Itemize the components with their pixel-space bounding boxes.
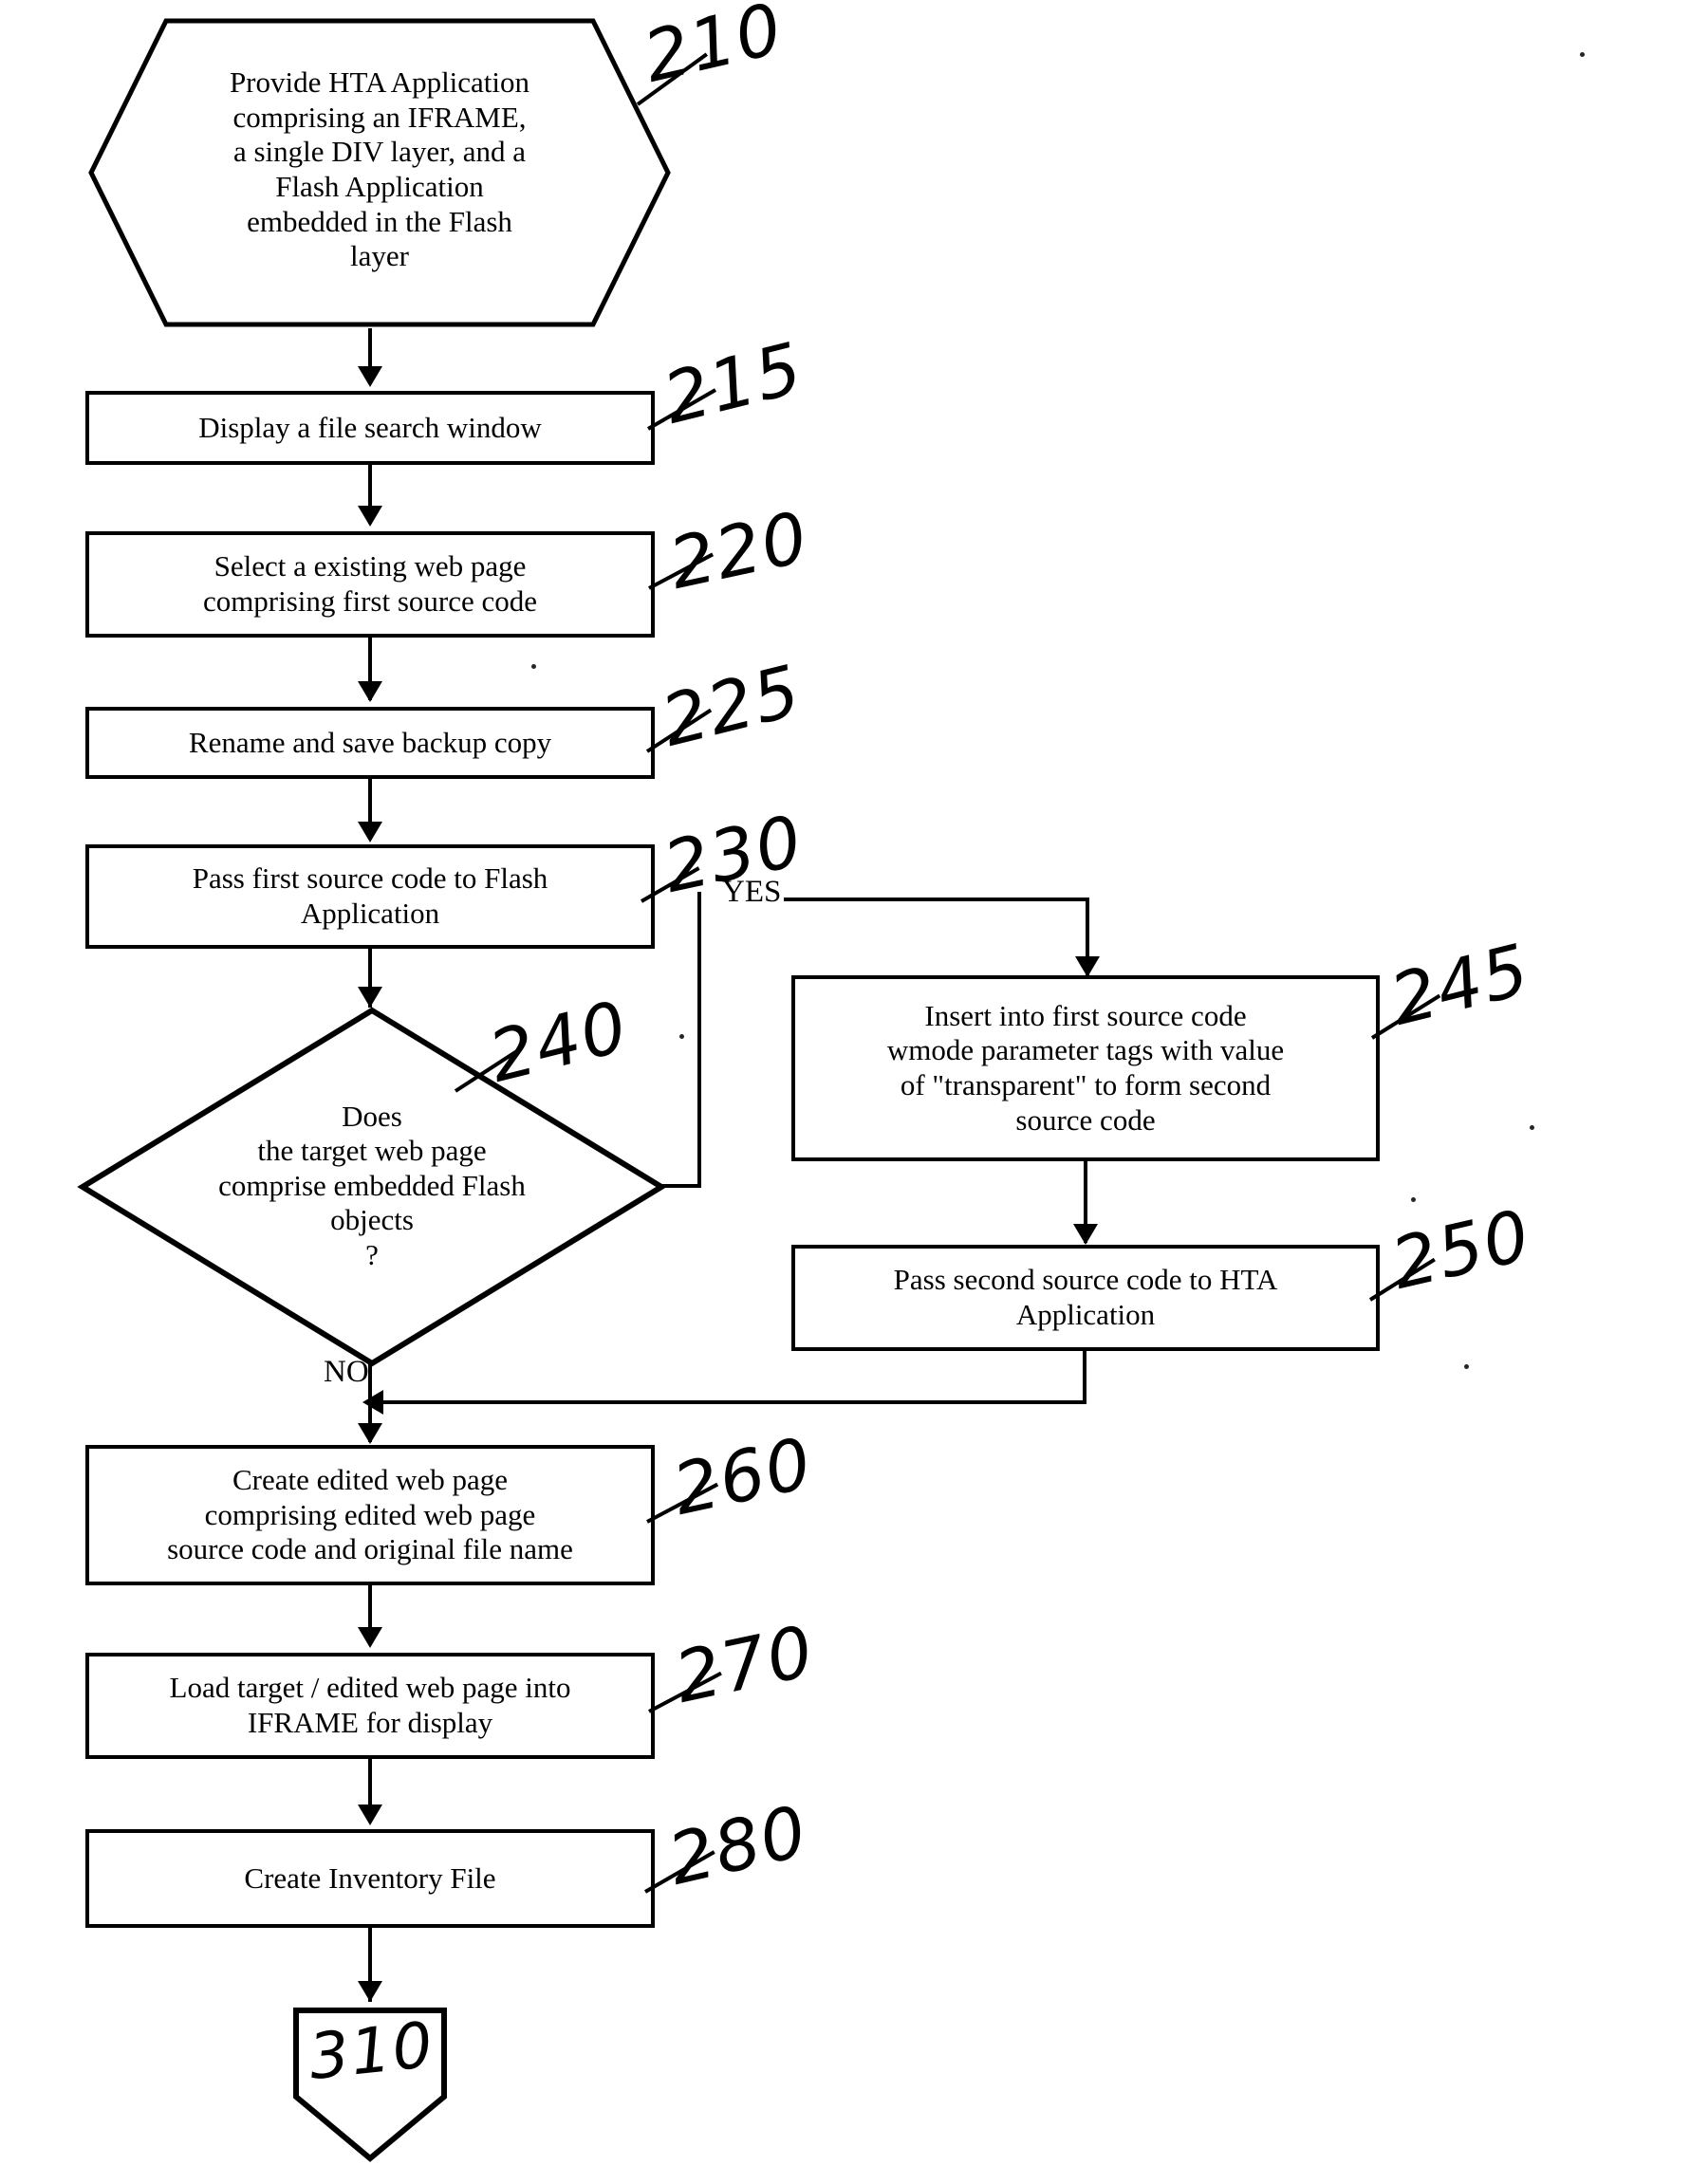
node-230-line-2: Application xyxy=(300,897,440,930)
flowchart-page: Provide HTA Application comprising an IF… xyxy=(0,0,1690,2184)
node-245-box: Insert into first source code wmode para… xyxy=(791,975,1380,1161)
arrowhead-yes-to-245 xyxy=(1075,956,1100,977)
node-260-line-2: comprising edited web page xyxy=(204,1497,536,1531)
node-280-box: Create Inventory File xyxy=(85,1829,655,1928)
scan-artifact xyxy=(531,664,536,669)
scan-artifact xyxy=(1411,1197,1416,1202)
node-245-line-1: Insert into first source code xyxy=(924,998,1247,1032)
ref-numeral-310: 310 xyxy=(305,2008,438,2094)
node-270-line-2: IFRAME for display xyxy=(247,1706,493,1739)
node-220-line-1: Select a existing web page xyxy=(214,549,527,583)
node-270-line-1: Load target / edited web page into xyxy=(169,1671,571,1705)
node-250-box: Pass second source code to HTA Applicati… xyxy=(791,1245,1380,1351)
node-230-box: Pass first source code to Flash Applicat… xyxy=(85,844,655,949)
scan-artifact xyxy=(1464,1364,1469,1369)
node-215-line-1: Display a file search window xyxy=(198,410,542,444)
arrowhead-merge-to-no xyxy=(362,1390,383,1415)
node-260-line-1: Create edited web page xyxy=(232,1463,509,1497)
ref-numeral-215: 215 xyxy=(656,326,811,440)
ref-numeral-220: 220 xyxy=(662,496,817,605)
arrowhead-210-215 xyxy=(358,366,382,387)
node-250-line-2: Application xyxy=(1015,1298,1156,1331)
ref-numeral-225: 225 xyxy=(654,649,809,763)
node-245-line-4: source code xyxy=(1015,1102,1156,1137)
node-220-box: Select a existing web page comprising fi… xyxy=(85,531,655,638)
scan-artifact xyxy=(1580,52,1585,57)
node-225-line-1: Rename and save backup copy xyxy=(188,725,552,759)
branch-label-no: NO xyxy=(324,1355,369,1389)
yes-branch-horizontal xyxy=(784,898,1089,901)
ref-numeral-210: 210 xyxy=(636,0,791,99)
node-250-line-1: Pass second source code to HTA xyxy=(893,1263,1278,1297)
arrowhead-230-240 xyxy=(358,987,382,1008)
scan-artifact xyxy=(679,1034,684,1039)
arrowhead-225-230 xyxy=(358,822,382,842)
ref-numeral-250: 250 xyxy=(1384,1194,1539,1305)
node-260-line-3: source code and original file name xyxy=(167,1532,573,1566)
node-225-box: Rename and save backup copy xyxy=(85,707,655,779)
arrowhead-215-220 xyxy=(358,506,382,527)
arrowhead-260-270 xyxy=(358,1627,382,1648)
node-230-line-1: Pass first source code to Flash xyxy=(192,861,548,896)
ref-numeral-270: 270 xyxy=(668,1610,823,1719)
arrowhead-280-310 xyxy=(358,1981,382,2002)
ref-numeral-280: 280 xyxy=(660,1790,816,1901)
merge-drop-from-250 xyxy=(1083,1351,1086,1404)
yes-branch-vertical-riser xyxy=(697,892,701,1188)
arrowhead-no-to-260 xyxy=(358,1423,382,1444)
ref-numeral-260: 260 xyxy=(666,1422,821,1531)
branch-label-yes: YES xyxy=(722,875,782,909)
scan-artifact xyxy=(1530,1125,1534,1130)
node-270-box: Load target / edited web page into IFRAM… xyxy=(85,1653,655,1759)
node-280-line-1: Create Inventory File xyxy=(244,1860,496,1895)
hexagon-210-outline xyxy=(88,18,671,327)
node-245-line-3: of "transparent" to form second xyxy=(900,1068,1272,1101)
ref-numeral-245: 245 xyxy=(1383,928,1538,1042)
arrowhead-270-280 xyxy=(358,1805,382,1825)
node-245-line-2: wmode parameter tags with value xyxy=(886,1033,1285,1067)
node-220-line-2: comprising first source code xyxy=(202,584,538,618)
arrowhead-220-225 xyxy=(358,681,382,702)
merge-horizontal-to-no xyxy=(381,1400,1086,1404)
node-260-box: Create edited web page comprising edited… xyxy=(85,1445,655,1585)
node-215-box: Display a file search window xyxy=(85,391,655,465)
arrowhead-245-250 xyxy=(1073,1224,1098,1245)
